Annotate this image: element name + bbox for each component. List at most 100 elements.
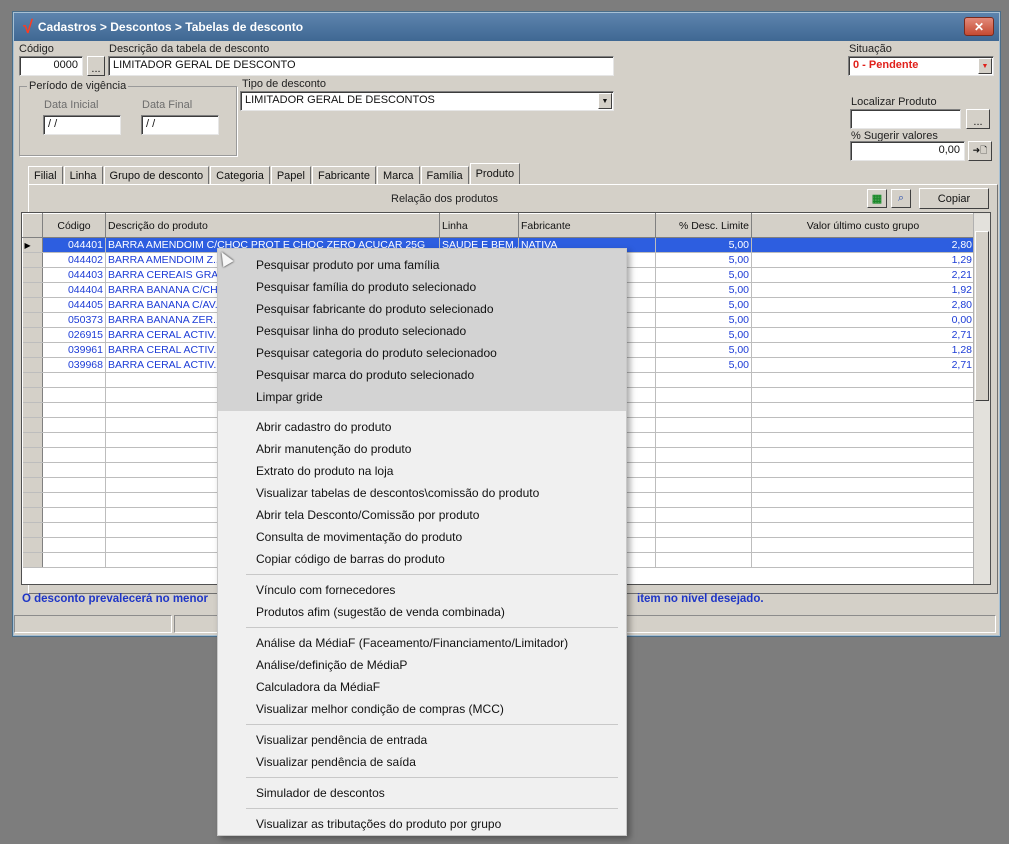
menu-item-pesquisar-marca[interactable]: Pesquisar marca do produto selecionado [256, 368, 474, 382]
cell-codigo[interactable] [42, 537, 106, 553]
localizar-produto-field[interactable] [850, 109, 961, 129]
row-indicator[interactable] [22, 357, 43, 373]
menu-item-desconto-comissao[interactable]: Abrir tela Desconto/Comissão por produto [256, 508, 479, 522]
cell-codigo[interactable] [42, 447, 106, 463]
row-indicator[interactable] [22, 537, 43, 553]
cell-desc-limite[interactable]: 5,00 [655, 237, 752, 253]
tab-papel[interactable]: Papel [270, 166, 311, 185]
data-final-field[interactable]: / / [141, 115, 219, 135]
cell-valor-custo[interactable] [751, 402, 975, 418]
cell-codigo[interactable]: 044405 [42, 297, 106, 313]
menu-item-produtos-afim[interactable]: Produtos afim (sugestão de venda combina… [256, 605, 505, 619]
cell-valor-custo[interactable] [751, 417, 975, 433]
situacao-select[interactable]: 0 - Pendente ▼ [848, 56, 994, 76]
cell-desc-limite[interactable] [655, 417, 752, 433]
row-indicator[interactable] [22, 312, 43, 328]
cell-valor-custo[interactable]: 1,92 [751, 282, 975, 298]
cell-desc-limite[interactable] [655, 537, 752, 553]
cell-codigo[interactable]: 044402 [42, 252, 106, 268]
row-indicator[interactable] [22, 282, 43, 298]
tab-filial[interactable]: Filial [28, 166, 63, 185]
row-indicator[interactable] [22, 432, 43, 448]
tab-familia[interactable]: Família [420, 166, 469, 185]
cell-codigo[interactable] [42, 522, 106, 538]
cell-codigo[interactable]: 050373 [42, 312, 106, 328]
chevron-down-icon[interactable]: ▼ [598, 93, 612, 109]
excel-export-icon[interactable]: ▦ [867, 189, 887, 208]
col-codigo[interactable]: Código [42, 213, 106, 238]
cell-desc-limite[interactable]: 5,00 [655, 297, 752, 313]
row-indicator[interactable] [22, 327, 43, 343]
cell-codigo[interactable] [42, 492, 106, 508]
menu-item-limpar-gride[interactable]: Limpar gride [256, 390, 323, 404]
cell-valor-custo[interactable]: 2,71 [751, 327, 975, 343]
menu-item-pesquisar-fabricante[interactable]: Pesquisar fabricante do produto selecion… [256, 302, 494, 316]
cell-codigo[interactable] [42, 477, 106, 493]
menu-item-pesquisar-linha[interactable]: Pesquisar linha do produto selecionado [256, 324, 466, 338]
sugerir-valores-field[interactable]: 0,00 [850, 141, 965, 161]
title-bar[interactable]: √ Cadastros > Descontos > Tabelas de des… [14, 13, 999, 41]
cell-codigo[interactable]: 039968 [42, 357, 106, 373]
cell-desc-limite[interactable] [655, 522, 752, 538]
cell-valor-custo[interactable]: 1,29 [751, 252, 975, 268]
tab-linha[interactable]: Linha [63, 166, 103, 185]
cell-valor-custo[interactable]: 2,80 [751, 297, 975, 313]
menu-item-copiar-codigo-barras[interactable]: Copiar código de barras do produto [256, 552, 445, 566]
cell-valor-custo[interactable] [751, 507, 975, 523]
menu-item-visualizar-tabelas[interactable]: Visualizar tabelas de descontos\comissão… [256, 486, 539, 500]
col-valor-custo[interactable]: Valor último custo grupo [751, 213, 975, 238]
row-indicator[interactable] [22, 492, 43, 508]
cell-desc-limite[interactable]: 5,00 [655, 342, 752, 358]
tab-grupo-de-desconto[interactable]: Grupo de desconto [103, 166, 210, 185]
grid-scrollbar[interactable] [973, 213, 990, 584]
tab-produto[interactable]: Produto [469, 163, 521, 185]
col-linha[interactable]: Linha [439, 213, 519, 238]
data-inicial-field[interactable]: / / [43, 115, 121, 135]
menu-item-pesquisar-categoria[interactable]: Pesquisar categoria do produto seleciona… [256, 346, 497, 360]
row-indicator[interactable] [22, 252, 43, 268]
menu-item-pesquisar-produto-familia[interactable]: Pesquisar produto por uma família [256, 258, 439, 272]
cell-desc-limite[interactable] [655, 372, 752, 388]
cell-valor-custo[interactable] [751, 432, 975, 448]
codigo-field[interactable]: 0000 [19, 56, 83, 76]
cell-valor-custo[interactable] [751, 522, 975, 538]
descricao-field[interactable]: LIMITADOR GERAL DE DESCONTO [108, 56, 614, 76]
cell-codigo[interactable]: 044404 [42, 282, 106, 298]
row-indicator[interactable] [22, 507, 43, 523]
row-indicator[interactable] [22, 522, 43, 538]
menu-item-simulador-descontos[interactable]: Simulador de descontos [256, 786, 385, 800]
col-descricao[interactable]: Descrição do produto [105, 213, 440, 238]
cell-codigo[interactable] [42, 462, 106, 478]
row-indicator[interactable] [22, 387, 43, 403]
row-indicator[interactable] [22, 477, 43, 493]
cell-desc-limite[interactable]: 5,00 [655, 312, 752, 328]
cell-desc-limite[interactable] [655, 477, 752, 493]
cell-valor-custo[interactable]: 2,21 [751, 267, 975, 283]
cell-desc-limite[interactable]: 5,00 [655, 282, 752, 298]
cell-codigo[interactable] [42, 552, 106, 568]
cell-valor-custo[interactable] [751, 462, 975, 478]
menu-item-pesquisar-familia[interactable]: Pesquisar família do produto selecionado [256, 280, 476, 294]
cell-desc-limite[interactable] [655, 432, 752, 448]
row-indicator[interactable] [22, 342, 43, 358]
scrollbar-thumb[interactable] [975, 231, 989, 401]
cell-codigo[interactable]: 044403 [42, 267, 106, 283]
cell-valor-custo[interactable]: 2,71 [751, 357, 975, 373]
cell-codigo[interactable] [42, 417, 106, 433]
menu-item-consulta-movimentacao[interactable]: Consulta de movimentação do produto [256, 530, 462, 544]
menu-item-visualizar-mcc[interactable]: Visualizar melhor condição de compras (M… [256, 702, 504, 716]
search-icon[interactable]: ⌕ [891, 189, 911, 208]
menu-item-analise-mediap[interactable]: Análise/definição de MédiaP [256, 658, 407, 672]
menu-item-abrir-manutencao[interactable]: Abrir manutenção do produto [256, 442, 411, 456]
menu-item-pendencia-saida[interactable]: Visualizar pendência de saída [256, 755, 416, 769]
row-indicator[interactable] [22, 447, 43, 463]
cell-desc-limite[interactable] [655, 552, 752, 568]
cell-desc-limite[interactable]: 5,00 [655, 327, 752, 343]
cell-desc-limite[interactable] [655, 447, 752, 463]
cell-valor-custo[interactable] [751, 477, 975, 493]
row-indicator[interactable] [22, 462, 43, 478]
cell-desc-limite[interactable]: 5,00 [655, 252, 752, 268]
menu-item-extrato[interactable]: Extrato do produto na loja [256, 464, 393, 478]
row-indicator[interactable] [22, 267, 43, 283]
cell-desc-limite[interactable]: 5,00 [655, 267, 752, 283]
